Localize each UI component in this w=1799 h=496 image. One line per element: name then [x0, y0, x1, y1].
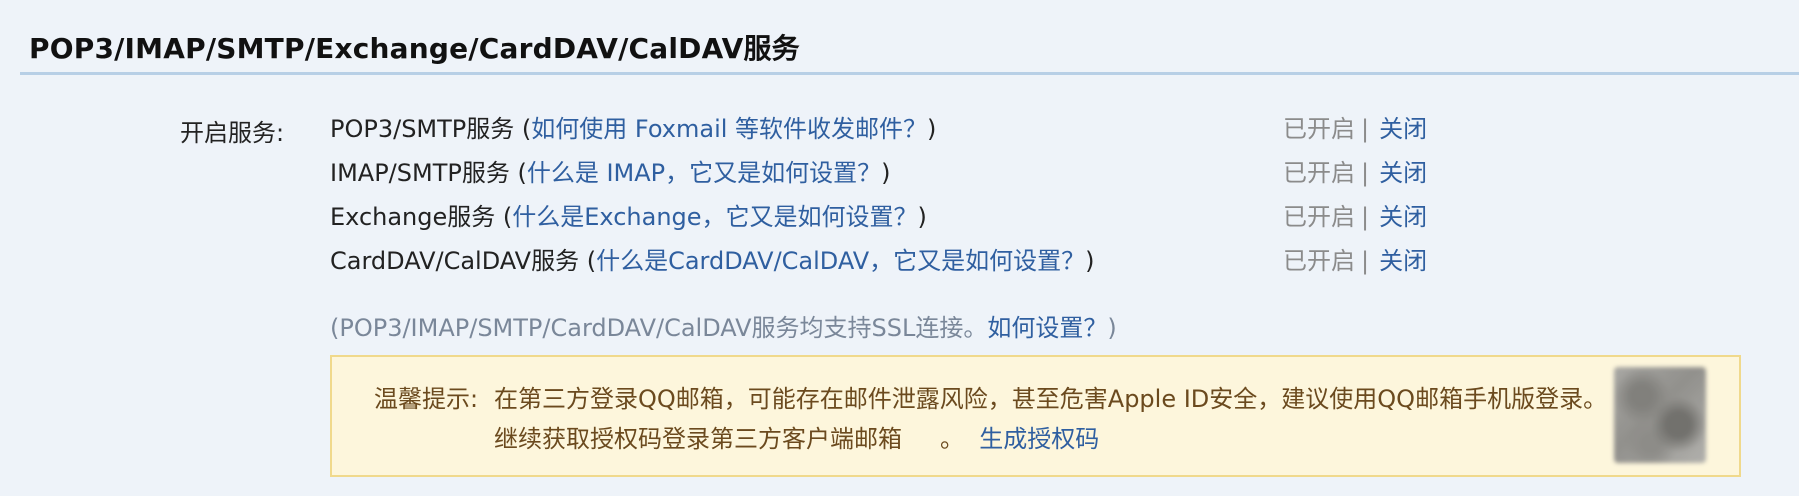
- tip-dot: 。: [940, 425, 964, 453]
- close-pop3-button[interactable]: 关闭: [1379, 115, 1427, 143]
- section-title: POP3/IMAP/SMTP/Exchange/CardDAV/CalDAV服务: [29, 32, 800, 65]
- title-divider: [20, 72, 1799, 75]
- service-name: POP3/SMTP服务 (: [330, 115, 532, 143]
- service-row-carddav: CardDAV/CalDAV服务 (什么是CardDAV/CalDAV，它又是如…: [330, 241, 1095, 276]
- paren-close: ): [1085, 247, 1095, 275]
- ssl-note-end: ): [1107, 314, 1117, 342]
- paren-close: ): [881, 159, 891, 187]
- close-carddav-button[interactable]: 关闭: [1379, 247, 1427, 275]
- ssl-note-text: (POP3/IMAP/SMTP/CardDAV/CalDAV服务均支持SSL连接…: [330, 314, 988, 342]
- paren-close: ): [917, 203, 927, 231]
- close-exchange-button[interactable]: 关闭: [1379, 203, 1427, 231]
- help-link-carddav[interactable]: 什么是CardDAV/CalDAV，它又是如何设置？: [596, 247, 1085, 275]
- status-enabled-label: 已开启: [1283, 247, 1355, 275]
- status-enabled-label: 已开启: [1283, 115, 1355, 143]
- service-row-pop3: POP3/SMTP服务 (如何使用 Foxmail 等软件收发邮件？): [330, 109, 936, 144]
- help-link-exchange[interactable]: 什么是Exchange，它又是如何设置？: [512, 203, 917, 231]
- tip-continue-text: 继续获取授权码登录第三方客户端邮箱: [494, 425, 902, 453]
- status-imap: 已开启 | 关闭: [1283, 153, 1427, 188]
- status-exchange: 已开启 | 关闭: [1283, 197, 1427, 232]
- generate-auth-code-link[interactable]: 生成授权码: [979, 425, 1099, 453]
- service-row-exchange: Exchange服务 (什么是Exchange，它又是如何设置？): [330, 197, 927, 232]
- service-row-imap: IMAP/SMTP服务 (什么是 IMAP，它又是如何设置？): [330, 153, 891, 188]
- service-name: Exchange服务 (: [330, 203, 513, 231]
- ssl-settings-link[interactable]: 如何设置？: [987, 314, 1107, 342]
- status-separator: |: [1361, 115, 1370, 143]
- close-imap-button[interactable]: 关闭: [1379, 159, 1427, 187]
- help-link-pop3[interactable]: 如何使用 Foxmail 等软件收发邮件？: [531, 115, 927, 143]
- tip-box: 温馨提示: 在第三方登录QQ邮箱，可能存在邮件泄露风险，甚至危害Apple ID…: [330, 355, 1741, 477]
- status-enabled-label: 已开启: [1283, 203, 1355, 231]
- tip-prefix: 温馨提示:: [374, 385, 479, 413]
- tip-warning-text: 在第三方登录QQ邮箱，可能存在邮件泄露风险，甚至危害Apple ID安全，建议使…: [494, 385, 1608, 413]
- paren-close: ): [927, 115, 937, 143]
- status-carddav: 已开启 | 关闭: [1283, 241, 1427, 276]
- status-separator: |: [1361, 159, 1370, 187]
- service-name: IMAP/SMTP服务 (: [330, 159, 527, 187]
- ssl-note: (POP3/IMAP/SMTP/CardDAV/CalDAV服务均支持SSL连接…: [330, 308, 1117, 343]
- status-enabled-label: 已开启: [1283, 159, 1355, 187]
- status-separator: |: [1361, 203, 1370, 231]
- service-name: CardDAV/CalDAV服务 (: [330, 247, 597, 275]
- services-label: 开启服务:: [180, 119, 285, 147]
- tip-second-line: 继续获取授权码登录第三方客户端邮箱 。 生成授权码: [494, 419, 1099, 454]
- status-pop3: 已开启 | 关闭: [1283, 109, 1427, 144]
- help-link-imap[interactable]: 什么是 IMAP，它又是如何设置？: [527, 159, 881, 187]
- qr-code-icon: [1614, 367, 1706, 463]
- status-separator: |: [1361, 247, 1370, 275]
